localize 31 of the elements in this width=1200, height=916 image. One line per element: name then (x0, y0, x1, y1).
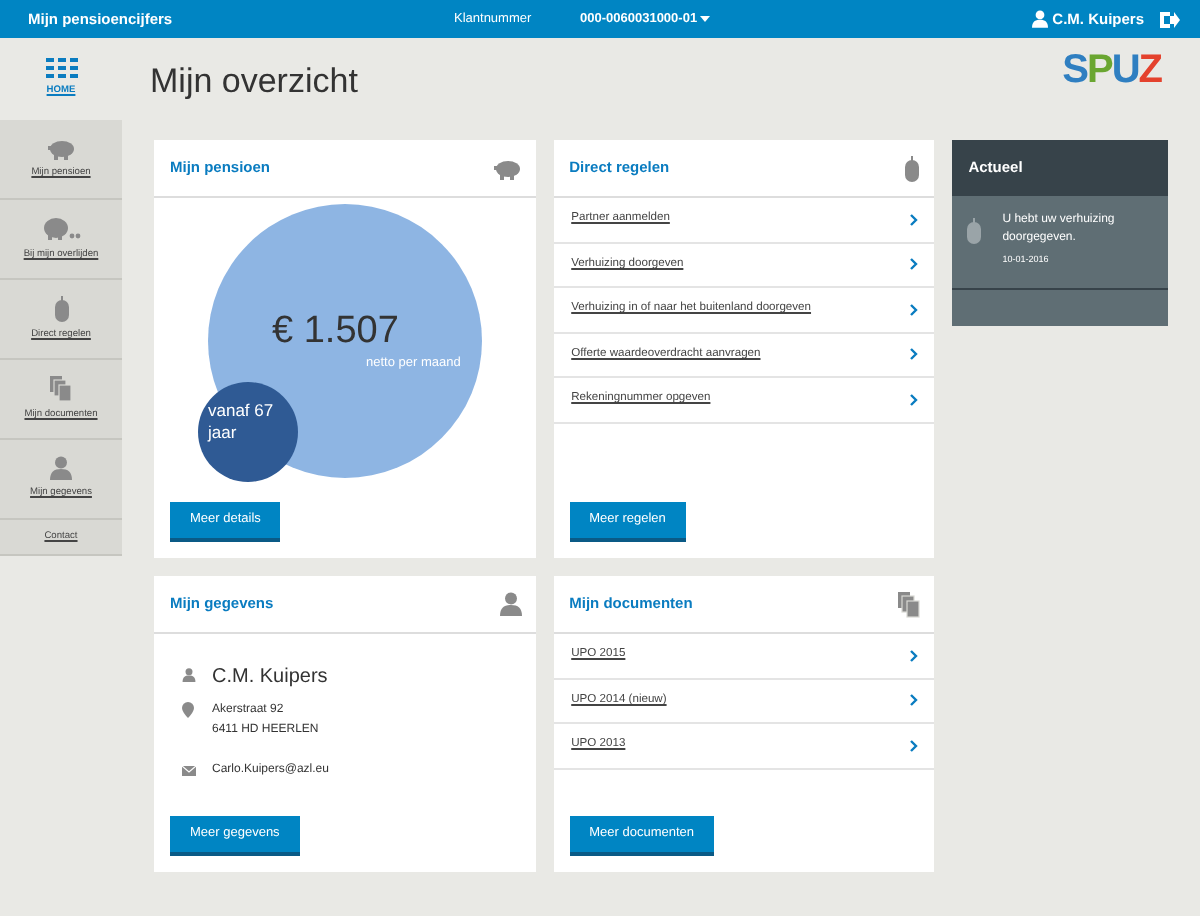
logout-icon[interactable] (1158, 9, 1180, 29)
chevron-icon (910, 303, 919, 316)
person-icon (499, 592, 522, 616)
location-pin-icon (182, 702, 194, 718)
piggy-bank-icon (47, 137, 75, 160)
chevron-icon (910, 649, 919, 662)
documents-icon (50, 375, 72, 402)
chevron-icon (910, 348, 919, 361)
chevron-icon (910, 694, 919, 707)
start-age: vanaf 67 jaar (208, 400, 276, 444)
amount-value: € 1.507 (272, 312, 399, 352)
grid-icon (45, 58, 77, 79)
person-icon (50, 456, 72, 481)
chevron-icon (910, 213, 919, 226)
page-title: Mijn overzicht (150, 62, 358, 104)
piggy-bank-icon (493, 157, 522, 179)
contact-name: C.M. Kuipers (212, 664, 330, 692)
person-icon (182, 668, 196, 682)
mouse-icon (966, 218, 983, 244)
chevron-icon (910, 739, 919, 752)
mouse-icon (53, 295, 69, 322)
mouse-icon (904, 155, 921, 181)
logo: SPUZ (1062, 50, 1161, 96)
chevron-icon (910, 258, 919, 271)
caret-icon (700, 16, 711, 22)
piggy-bank-icon (41, 215, 81, 242)
age-bubble (198, 382, 298, 482)
envelope-icon (182, 766, 196, 776)
chevron-icon (910, 393, 919, 406)
documents-icon (898, 591, 921, 617)
user-icon (1032, 10, 1049, 28)
